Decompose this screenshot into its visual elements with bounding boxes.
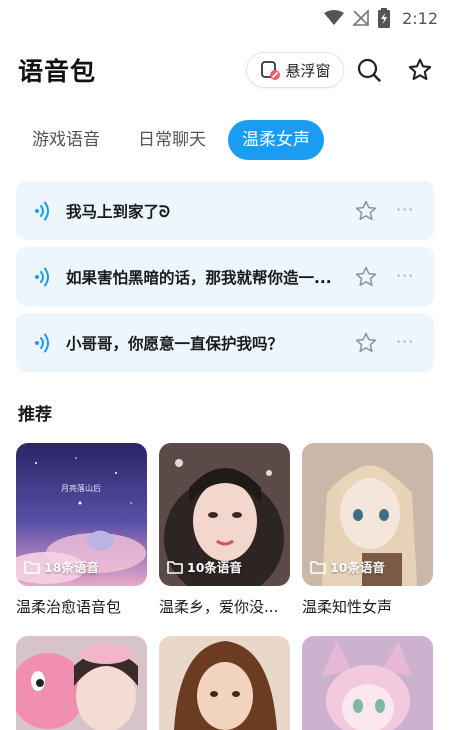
sound-wave-icon	[35, 201, 49, 221]
voice-pack-card[interactable]	[16, 636, 147, 730]
favorites-button[interactable]	[406, 56, 434, 84]
card-thumbnail: 月亮落山后 18条语音	[16, 443, 147, 586]
tab-gentle-female[interactable]: 温柔女声	[228, 120, 324, 160]
voice-count-badge: 10条语音	[167, 557, 242, 576]
more-icon[interactable]: ···	[396, 202, 414, 218]
float-window-button[interactable]: 悬浮窗	[246, 52, 344, 88]
category-tabs: 游戏语音 日常聊天 温柔女声	[18, 120, 330, 160]
voice-pack-card[interactable]: 月亮落山后 18条语音 温柔治愈语音包	[16, 443, 147, 617]
card-name: 温柔乡，爱你没...	[159, 598, 279, 616]
battery-icon	[378, 8, 391, 28]
card-thumbnail	[16, 636, 147, 730]
section-title-recommend: 推荐	[18, 405, 52, 425]
no-signal-icon	[352, 9, 369, 26]
page-title: 语音包	[18, 57, 97, 86]
tab-daily-chat[interactable]: 日常聊天	[124, 120, 220, 160]
voice-count-badge: 18条语音	[24, 557, 99, 576]
more-icon[interactable]: ···	[396, 334, 414, 350]
voice-text: 我马上到家了ᘐ	[66, 202, 170, 221]
voice-list: 我马上到家了ᘐ ··· 如果害怕黑暗的话，那我就帮你造一... ··· 小哥哥，…	[16, 181, 434, 379]
folder-icon	[24, 560, 40, 574]
card-thumbnail: 10条语音	[302, 443, 433, 586]
tab-game-voice[interactable]: 游戏语音	[18, 120, 114, 160]
voice-pack-card[interactable]: 10条语音 温柔知性女声	[302, 443, 433, 617]
float-window-icon	[261, 61, 281, 80]
voice-item[interactable]: 我马上到家了ᘐ ···	[16, 181, 434, 240]
voice-pack-card[interactable]: 10条语音 温柔乡，爱你没...	[159, 443, 290, 617]
header: 语音包 悬浮窗	[0, 46, 450, 94]
voice-pack-card[interactable]	[159, 636, 290, 730]
sound-wave-icon	[35, 267, 49, 287]
clock: 2:12	[402, 8, 438, 28]
star-icon[interactable]	[354, 331, 378, 355]
voice-count: 10条语音	[330, 560, 385, 575]
folder-icon	[310, 560, 326, 574]
girl-with-pink-toy-image	[16, 636, 147, 730]
voice-text: 小哥哥，你愿意一直保护我吗？	[66, 334, 284, 353]
voice-item[interactable]: 如果害怕黑暗的话，那我就帮你造一... ···	[16, 247, 434, 306]
card-name: 温柔治愈语音包	[16, 598, 122, 616]
voice-count: 18条语音	[44, 560, 99, 575]
star-icon[interactable]	[354, 199, 378, 223]
float-window-label: 悬浮窗	[285, 61, 331, 80]
folder-icon	[167, 560, 183, 574]
search-button[interactable]	[355, 56, 383, 84]
card-thumbnail	[159, 636, 290, 730]
voice-item[interactable]: 小哥哥，你愿意一直保护我吗？ ···	[16, 313, 434, 372]
cat-ear-anime-girl-image	[302, 636, 433, 730]
card-thumbnail: 10条语音	[159, 443, 290, 586]
star-icon[interactable]	[354, 265, 378, 289]
search-icon	[357, 58, 381, 82]
star-icon	[408, 58, 432, 81]
voice-pack-card[interactable]	[302, 636, 433, 730]
card-thumbnail	[302, 636, 433, 730]
sound-wave-icon	[35, 333, 49, 353]
illustrated-girl-image	[159, 636, 290, 730]
voice-count: 10条语音	[187, 560, 242, 575]
status-bar: 2:12	[0, 0, 450, 36]
card-name: 温柔知性女声	[302, 598, 393, 616]
voice-count-badge: 10条语音	[310, 557, 385, 576]
more-icon[interactable]: ···	[396, 268, 414, 284]
thumb-caption: 月亮落山后	[61, 484, 101, 493]
voice-text: 如果害怕黑暗的话，那我就帮你造一...	[66, 268, 332, 287]
wifi-icon	[324, 10, 345, 25]
